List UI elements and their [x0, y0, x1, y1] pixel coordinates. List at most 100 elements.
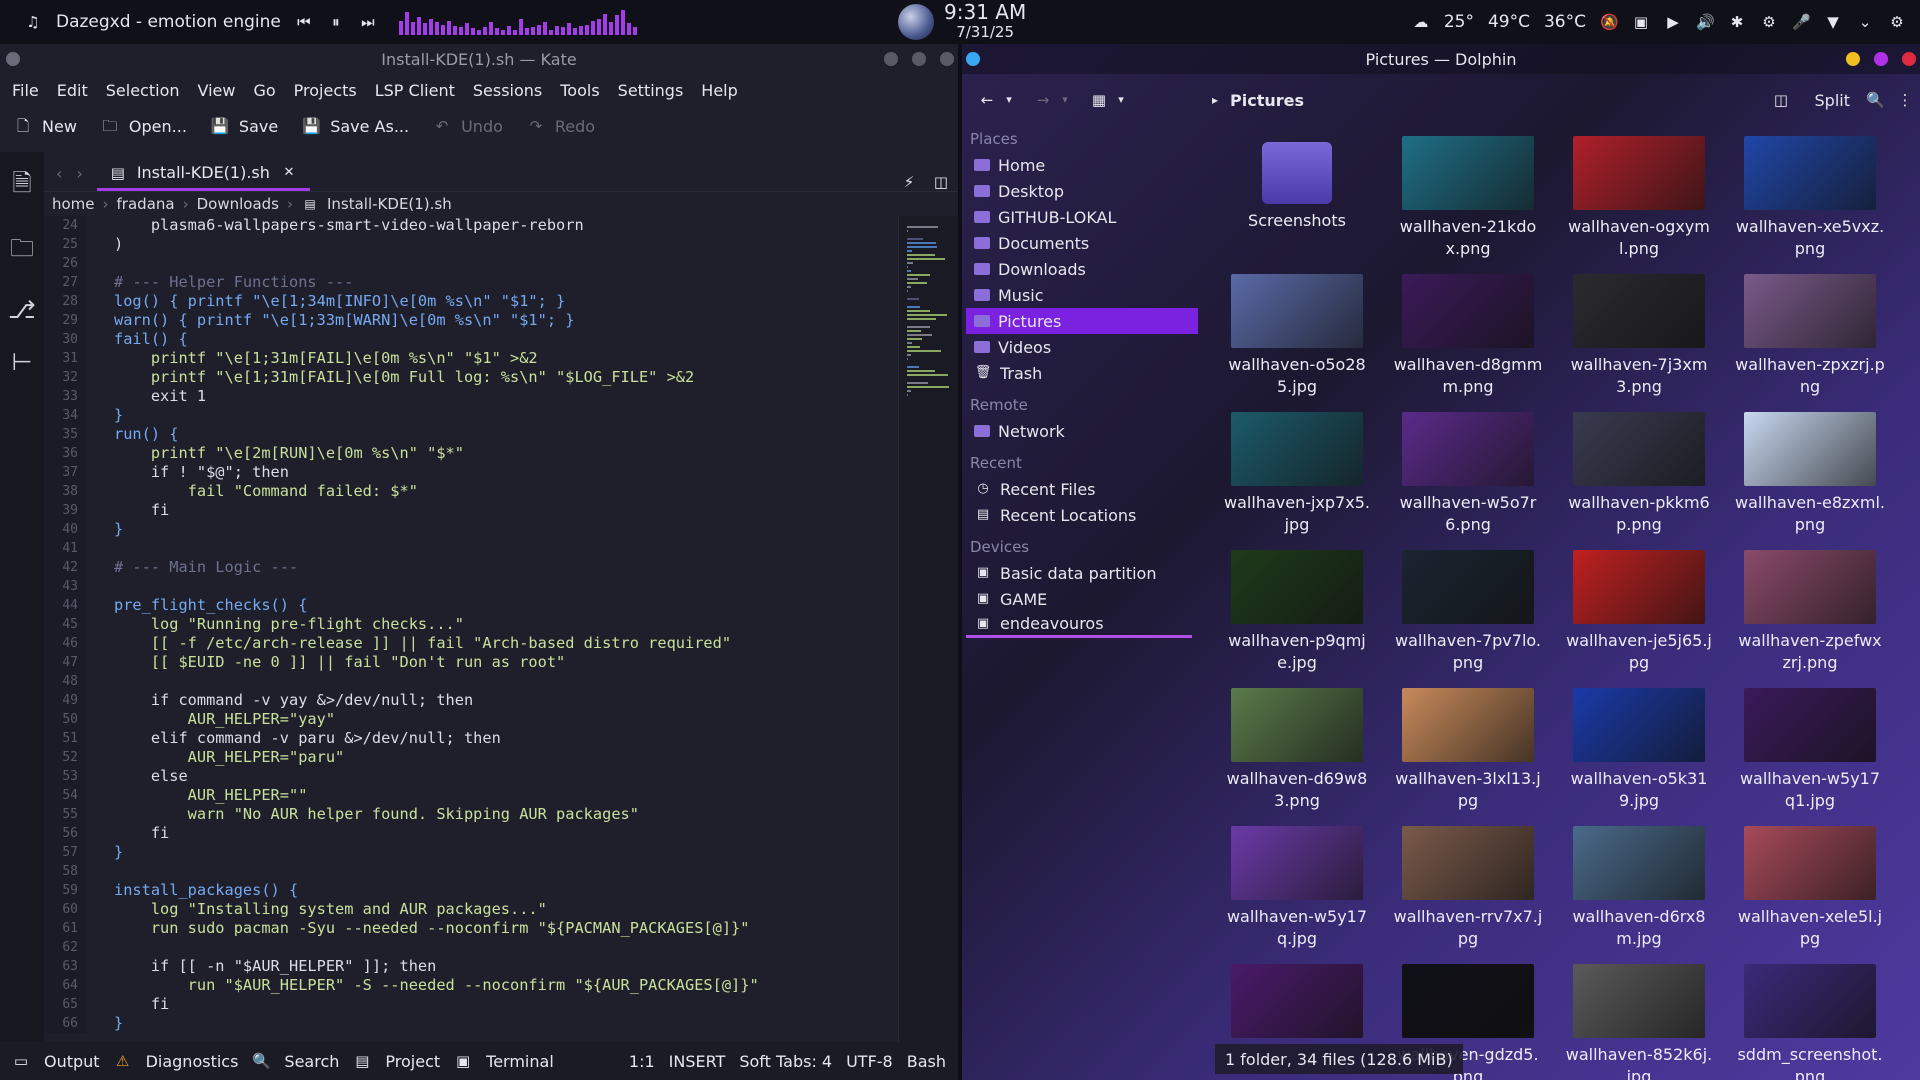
redo-button[interactable]: Redo — [555, 117, 595, 136]
code-line[interactable]: 29 warn() { printf "\e[1;33m[WARN]\e[0m %… — [44, 311, 898, 330]
file-item[interactable]: wallhaven-xele5l.jpg — [1735, 826, 1885, 950]
minimize-button[interactable] — [1846, 52, 1860, 66]
cpu-temp[interactable]: 49°C — [1488, 12, 1530, 32]
dolphin-titlebar[interactable]: Pictures — Dolphin — [962, 44, 1920, 74]
avatar[interactable] — [898, 4, 934, 40]
file-item[interactable]: wallhaven-3lxl13.jpg — [1393, 688, 1543, 812]
indentation-setting[interactable]: Soft Tabs: 4 — [739, 1052, 832, 1071]
kate-titlebar[interactable]: Install-KDE(1).sh — Kate — [0, 44, 958, 74]
chevron-down-icon[interactable]: ⌄ — [1856, 13, 1874, 31]
file-item[interactable]: wallhaven-zpxzrj.png — [1735, 274, 1885, 398]
code-line[interactable]: 30 fail() { — [44, 330, 898, 349]
code-line[interactable]: 36 printf "\e[2m[RUN]\e[0m %s\n" "$*" — [44, 444, 898, 463]
places-item-music[interactable]: Music — [966, 282, 1198, 308]
code-line[interactable]: 24 plasma6-wallpapers-smart-video-wallpa… — [44, 216, 898, 235]
diagnostics-button[interactable]: Diagnostics — [146, 1052, 239, 1071]
code-line[interactable]: 43 — [44, 577, 898, 596]
code-line[interactable]: 47 [[ $EUID -ne 0 ]] || fail "Don't run … — [44, 653, 898, 672]
code-line[interactable]: 33 exit 1 — [44, 387, 898, 406]
file-item[interactable]: wallhaven-rrv7x7.jpg — [1393, 826, 1543, 950]
folder-item[interactable]: Screenshots — [1222, 136, 1372, 232]
encoding[interactable]: UTF-8 — [846, 1052, 893, 1071]
view-mode-icon[interactable]: ▦ — [1090, 91, 1108, 109]
split-button[interactable]: Split — [1815, 91, 1850, 110]
code-line[interactable]: 44 pre_flight_checks() { — [44, 596, 898, 615]
code-line[interactable]: 51 elif command -v paru &>/dev/null; the… — [44, 729, 898, 748]
file-item[interactable]: wallhaven-21kdox.png — [1393, 136, 1543, 260]
places-item-home[interactable]: Home — [966, 152, 1198, 178]
clock[interactable]: 9:31 AM 7/31/25 — [944, 2, 1026, 42]
filesystem-browser-icon[interactable]: 🗀 — [10, 231, 34, 272]
bluetooth-icon[interactable]: ✱ — [1728, 13, 1746, 31]
hamburger-menu-icon[interactable]: ⋮ — [1896, 91, 1914, 109]
crumb-file[interactable]: Install-KDE(1).sh — [327, 195, 452, 213]
places-item-recent-files[interactable]: ◷ Recent Files — [966, 476, 1198, 502]
code-line[interactable]: 63 if [[ -n "$AUR_HELPER" ]]; then — [44, 957, 898, 976]
code-line[interactable]: 46 [[ -f /etc/arch-release ]] || fail "A… — [44, 634, 898, 653]
file-item[interactable]: wallhaven-7pv7lo.png — [1393, 550, 1543, 674]
code-line[interactable]: 35 run() { — [44, 425, 898, 444]
code-line[interactable]: 39 fi — [44, 501, 898, 520]
menu-go[interactable]: Go — [253, 81, 275, 100]
now-playing-title[interactable]: Dazegxd - emotion engine — [56, 12, 281, 32]
places-item-pictures[interactable]: Pictures — [966, 308, 1198, 334]
menu-lsp-client[interactable]: LSP Client — [375, 81, 455, 100]
code-line[interactable]: 34} — [44, 406, 898, 425]
code-line[interactable]: 61 run sudo pacman -Syu --needed --nocon… — [44, 919, 898, 938]
save-as-button[interactable]: Save As... — [330, 117, 409, 136]
window-menu-icon[interactable] — [6, 52, 20, 66]
menu-help[interactable]: Help — [701, 81, 737, 100]
places-item-documents[interactable]: Documents — [966, 230, 1198, 256]
file-item[interactable] — [1222, 964, 1372, 1044]
weather-temp[interactable]: 25° — [1444, 12, 1474, 32]
code-line[interactable]: 45 log "Running pre-flight checks..." — [44, 615, 898, 634]
code-line[interactable]: 52 AUR_HELPER="paru" — [44, 748, 898, 767]
file-item[interactable]: wallhaven-d69w83.png — [1222, 688, 1372, 812]
tab-forward-icon[interactable]: › — [76, 164, 82, 191]
media-play-icon[interactable]: ▶ — [1664, 13, 1682, 31]
documents-icon[interactable]: 🗎 — [12, 166, 31, 207]
language-mode[interactable]: Bash — [907, 1052, 946, 1071]
maximize-button[interactable] — [1874, 52, 1888, 66]
code-line[interactable]: 53 else — [44, 767, 898, 786]
file-item[interactable]: wallhaven-p9qmje.jpg — [1222, 550, 1372, 674]
file-item[interactable]: wallhaven-d8gmmm.png — [1393, 274, 1543, 398]
code-line[interactable]: 40} — [44, 520, 898, 539]
menu-settings[interactable]: Settings — [618, 81, 684, 100]
maximize-button[interactable] — [912, 52, 926, 66]
code-line[interactable]: 49 if command -v yay &>/dev/null; then — [44, 691, 898, 710]
microphone-icon[interactable]: 🎤 — [1792, 13, 1811, 31]
pause-icon[interactable]: ⏸ — [327, 13, 345, 31]
terminal-button[interactable]: Terminal — [486, 1052, 554, 1071]
chevron-down-icon[interactable]: ▾ — [1000, 91, 1018, 109]
close-button[interactable] — [940, 52, 954, 66]
places-item-network[interactable]: Network — [966, 418, 1198, 444]
file-item[interactable]: wallhaven-w5y17q.jpg — [1222, 826, 1372, 950]
code-line[interactable]: 59 install_packages() { — [44, 881, 898, 900]
search-button[interactable]: Search — [284, 1052, 339, 1071]
window-menu-icon[interactable] — [966, 52, 980, 66]
file-item[interactable]: wallhaven-w5y17q1.jpg — [1735, 688, 1885, 812]
symbol-tree-icon[interactable]: ⊢ — [12, 348, 33, 376]
code-line[interactable]: 26 — [44, 254, 898, 273]
code-line[interactable]: 50 AUR_HELPER="yay" — [44, 710, 898, 729]
code-line[interactable]: 41 — [44, 539, 898, 558]
undo-button[interactable]: Undo — [461, 117, 503, 136]
close-tab-icon[interactable]: ✕ — [280, 164, 298, 182]
system-settings-icon[interactable]: ⚙ — [1888, 13, 1906, 31]
cursor-position[interactable]: 1:1 — [629, 1052, 655, 1071]
clipboard-icon[interactable]: ▣ — [1632, 13, 1650, 31]
code-line[interactable]: 60 log "Installing system and AUR packag… — [44, 900, 898, 919]
places-item-github-lokal[interactable]: GITHUB-LOKAL — [966, 204, 1198, 230]
places-item-downloads[interactable]: Downloads — [966, 256, 1198, 282]
file-item[interactable]: wallhaven-ogxyml.png — [1564, 136, 1714, 260]
next-track-icon[interactable]: ⏭ — [359, 13, 377, 31]
code-line[interactable]: 25) — [44, 235, 898, 254]
code-line[interactable]: 65 fi — [44, 995, 898, 1014]
code-line[interactable]: 62 — [44, 938, 898, 957]
file-item[interactable]: wallhaven-d6rx8m.jpg — [1564, 826, 1714, 950]
menu-selection[interactable]: Selection — [106, 81, 180, 100]
places-item-game[interactable]: ▣ GAME — [966, 586, 1198, 612]
code-line[interactable]: 48 — [44, 672, 898, 691]
code-editor[interactable]: 24 plasma6-wallpapers-smart-video-wallpa… — [44, 216, 898, 1042]
